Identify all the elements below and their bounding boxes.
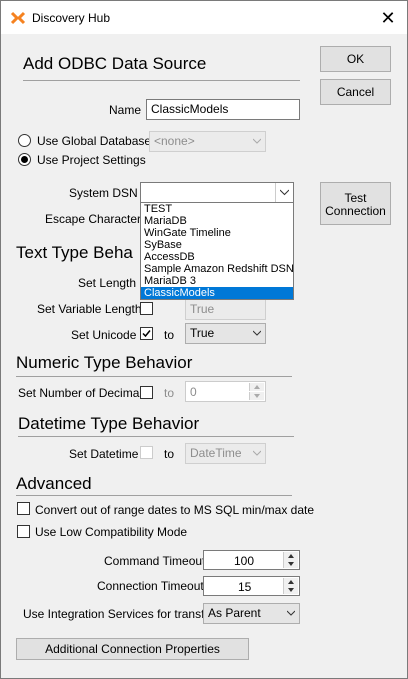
datetime-to-label: to xyxy=(164,447,175,461)
dsn-option[interactable]: AccessDB xyxy=(141,251,293,263)
set-unicode-select[interactable]: True xyxy=(185,323,266,344)
global-database-value: <none> xyxy=(154,134,195,148)
use-global-label: Use Global Database xyxy=(37,134,152,148)
dsn-option[interactable]: MariaDB 3 xyxy=(141,275,293,287)
dsn-option[interactable]: Sample Amazon Redshift DSN xyxy=(141,263,293,275)
set-decimals-label: Set Number of Decimals xyxy=(18,386,149,400)
stepper-down-icon xyxy=(249,392,264,400)
add-odbc-heading: Add ODBC Data Source xyxy=(23,54,207,73)
command-timeout-stepper[interactable]: 100 xyxy=(203,550,300,570)
name-input[interactable]: ClassicModels xyxy=(146,99,300,120)
system-dsn-select[interactable] xyxy=(140,182,294,203)
decimals-stepper: 0 xyxy=(185,381,266,402)
stepper-up-icon xyxy=(249,383,264,391)
stepper-down-icon[interactable] xyxy=(283,560,298,568)
set-length-label: Set Length xyxy=(78,276,137,290)
heading-divider xyxy=(23,80,300,81)
dialog-window: Discovery Hub ✕ OK Cancel Test Connectio… xyxy=(0,0,408,679)
stepper-up-icon[interactable] xyxy=(283,552,298,560)
dsn-option[interactable]: MariaDB xyxy=(141,215,293,227)
unicode-value: True xyxy=(190,326,215,340)
low-compat-label: Use Low Compatibility Mode xyxy=(35,525,188,539)
set-datetime-label: Set Datetime xyxy=(69,447,139,461)
checkmark-icon xyxy=(142,330,151,338)
set-variable-length-select: True xyxy=(185,299,266,320)
numeric-type-heading: Numeric Type Behavior xyxy=(16,353,193,372)
dsn-option[interactable]: WinGate Timeline xyxy=(141,227,293,239)
integration-services-value: As Parent xyxy=(208,606,261,620)
set-datetime-checkbox xyxy=(140,446,153,459)
close-icon[interactable]: ✕ xyxy=(375,6,401,30)
convert-dates-checkbox[interactable] xyxy=(17,502,30,515)
set-variable-length-label: Set Variable Length xyxy=(37,302,142,316)
app-logo-icon xyxy=(10,11,26,25)
command-timeout-label: Command Timeout xyxy=(104,554,206,568)
use-project-label: Use Project Settings xyxy=(37,153,146,167)
ok-button[interactable]: OK xyxy=(320,46,391,72)
numeric-divider xyxy=(16,376,292,377)
datetime-type-heading: Datetime Type Behavior xyxy=(18,414,200,433)
system-dsn-label: System DSN xyxy=(69,186,138,200)
title-bar: Discovery Hub ✕ xyxy=(1,1,407,34)
command-timeout-value: 100 xyxy=(234,554,255,568)
set-variable-length-checkbox[interactable] xyxy=(140,302,153,315)
chevron-down-icon xyxy=(253,330,261,336)
use-global-radio[interactable] xyxy=(18,134,31,147)
advanced-heading: Advanced xyxy=(16,474,92,493)
global-database-select: <none> xyxy=(149,131,266,152)
integration-services-label: Use Integration Services for transfer xyxy=(23,607,216,621)
unicode-to-label: to xyxy=(164,328,175,342)
chevron-down-icon xyxy=(253,138,261,144)
window-title: Discovery Hub xyxy=(32,11,111,25)
datetime-divider xyxy=(18,436,294,437)
decimals-to-label: to xyxy=(164,386,175,400)
system-dsn-dropdown-list: TEST MariaDB WinGate Timeline SyBase AccessD… xyxy=(140,202,294,300)
connection-timeout-value: 15 xyxy=(238,580,252,594)
connection-timeout-stepper[interactable]: 15 xyxy=(203,576,300,596)
low-compat-checkbox[interactable] xyxy=(17,525,30,538)
advanced-divider xyxy=(16,495,292,496)
dsn-option[interactable]: TEST xyxy=(141,203,293,215)
datetime-value: DateTime xyxy=(190,446,242,460)
text-type-heading: Text Type Beha xyxy=(16,243,133,262)
dsn-option[interactable]: ClassicModels xyxy=(141,287,293,299)
chevron-down-icon xyxy=(280,189,289,196)
test-connection-button[interactable]: Test Connection xyxy=(320,182,391,225)
set-unicode-checkbox[interactable] xyxy=(140,327,153,340)
dsn-option[interactable]: SyBase xyxy=(141,239,293,251)
use-project-radio[interactable] xyxy=(18,153,31,166)
set-unicode-label: Set Unicode xyxy=(71,328,137,342)
chevron-down-icon xyxy=(253,450,261,456)
datetime-select: DateTime xyxy=(185,443,266,464)
stepper-down-icon[interactable] xyxy=(283,586,298,594)
additional-connection-properties-button[interactable]: Additional Connection Properties xyxy=(16,638,249,660)
chevron-down-icon xyxy=(287,610,295,616)
name-label: Name xyxy=(109,103,142,117)
variable-length-value: True xyxy=(190,302,215,316)
convert-dates-label: Convert out of range dates to MS SQL min… xyxy=(35,503,315,517)
stepper-up-icon[interactable] xyxy=(283,578,298,586)
cancel-button[interactable]: Cancel xyxy=(320,79,391,105)
set-decimals-checkbox[interactable] xyxy=(140,386,153,399)
integration-services-select[interactable]: As Parent xyxy=(203,603,300,624)
connection-timeout-label: Connection Timeout xyxy=(97,579,204,593)
dsn-dropdown-toggle[interactable] xyxy=(275,183,293,202)
escape-character-label: Escape Character xyxy=(45,212,142,226)
decimals-value: 0 xyxy=(190,385,197,399)
